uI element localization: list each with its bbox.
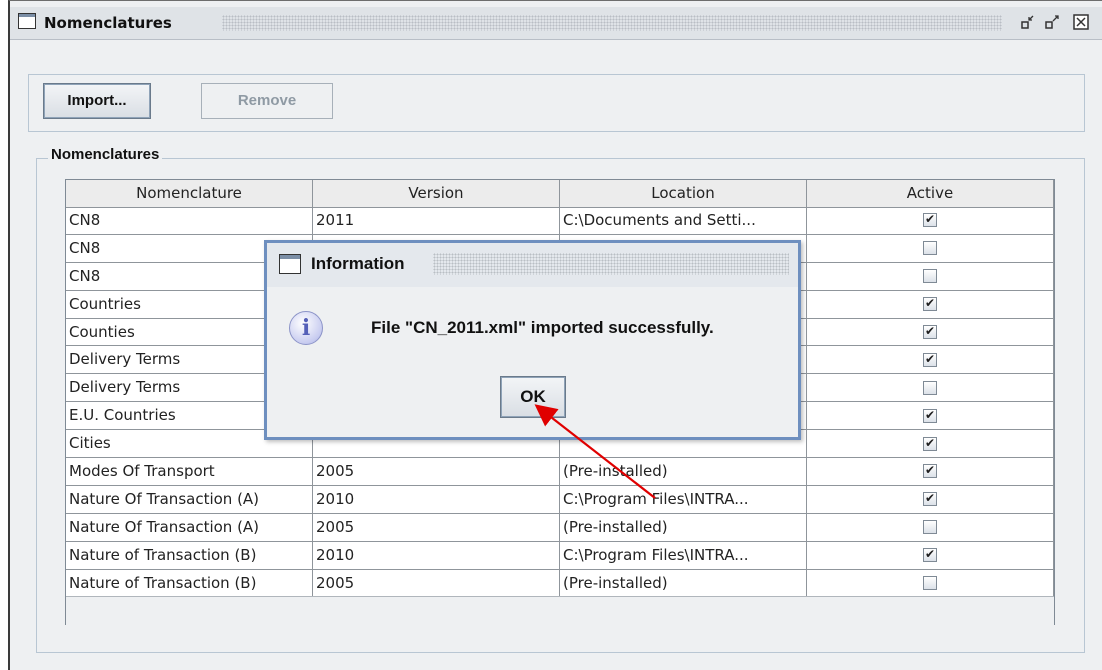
group-label: Nomenclatures bbox=[48, 146, 163, 163]
table-empty-area bbox=[66, 596, 1054, 625]
titlebar-pattern bbox=[222, 15, 1002, 31]
table-row[interactable]: Nature of Transaction (B) 2010 C:\Program … bbox=[66, 541, 1054, 570]
table-row[interactable]: Modes Of Transport 2005 (Pre-installed) bbox=[66, 458, 1054, 486]
dialog-titlebar[interactable]: Information bbox=[267, 243, 798, 287]
table-row[interactable]: Nature Of Transaction (A) 2005 (Pre-instal… bbox=[66, 513, 1054, 542]
active-checkbox[interactable] bbox=[923, 241, 937, 256]
table-row[interactable]: Nature of Transaction (B) 2005 (Pre-instal… bbox=[66, 569, 1054, 598]
active-cell bbox=[807, 430, 1054, 458]
active-cell bbox=[807, 346, 1054, 374]
location-cell[interactable]: (Pre-installed) bbox=[560, 569, 807, 597]
column-header-nomenclature[interactable]: Nomenclature bbox=[66, 180, 313, 207]
location-cell[interactable]: C:\Program Files\INTRA... bbox=[560, 485, 807, 513]
location-cell[interactable]: C:\Documents and Setti... bbox=[560, 207, 807, 234]
minimize-icon[interactable] bbox=[1020, 13, 1038, 31]
version-cell[interactable]: 2005 bbox=[313, 569, 560, 597]
version-cell[interactable]: 2005 bbox=[313, 513, 560, 541]
active-checkbox[interactable] bbox=[923, 576, 937, 591]
dialog-message: File "CN_2011.xml" imported successfully… bbox=[371, 318, 714, 337]
info-icon: i bbox=[289, 311, 323, 345]
dialog-title: Information bbox=[311, 254, 405, 273]
active-cell bbox=[807, 234, 1054, 262]
active-checkbox[interactable] bbox=[923, 323, 937, 339]
active-checkbox[interactable] bbox=[923, 520, 937, 535]
location-cell[interactable]: C:\Program Files\INTRA... bbox=[560, 541, 807, 569]
active-checkbox[interactable] bbox=[923, 351, 937, 367]
table-row[interactable]: Nature Of Transaction (A) 2010 C:\Program … bbox=[66, 485, 1054, 514]
nomenclature-cell[interactable]: Nature of Transaction (B) bbox=[66, 569, 313, 597]
nomenclature-cell[interactable]: Nature of Transaction (B) bbox=[66, 541, 313, 569]
active-checkbox[interactable] bbox=[923, 295, 937, 312]
nomenclature-cell[interactable]: Nature Of Transaction (A) bbox=[66, 485, 313, 513]
active-cell bbox=[807, 458, 1054, 485]
version-cell[interactable]: 2010 bbox=[313, 541, 560, 569]
active-checkbox[interactable] bbox=[923, 211, 937, 228]
active-cell bbox=[807, 541, 1054, 569]
button-panel: Import... Remove bbox=[28, 74, 1085, 132]
table-row[interactable]: CN8 2011 C:\Documents and Setti... bbox=[66, 207, 1054, 235]
active-cell bbox=[807, 402, 1054, 430]
dialog-titlebar-pattern bbox=[433, 253, 789, 275]
active-cell bbox=[807, 290, 1054, 318]
nomenclature-cell[interactable]: Nature Of Transaction (A) bbox=[66, 513, 313, 541]
active-checkbox[interactable] bbox=[923, 462, 937, 479]
import-button[interactable]: Import... bbox=[43, 83, 151, 119]
ok-button[interactable]: OK bbox=[500, 376, 566, 418]
nomenclature-cell[interactable]: Modes Of Transport bbox=[66, 458, 313, 485]
column-header-active[interactable]: Active bbox=[807, 180, 1054, 207]
table-header: Nomenclature Version Location Active bbox=[66, 180, 1054, 208]
column-header-version[interactable]: Version bbox=[313, 180, 560, 207]
location-cell[interactable]: (Pre-installed) bbox=[560, 513, 807, 541]
location-cell[interactable]: (Pre-installed) bbox=[560, 458, 807, 485]
active-cell bbox=[807, 318, 1054, 346]
version-cell[interactable]: 2005 bbox=[313, 458, 560, 485]
close-icon[interactable] bbox=[1072, 13, 1090, 31]
active-cell bbox=[807, 374, 1054, 402]
active-cell bbox=[807, 262, 1054, 290]
window-icon bbox=[18, 13, 36, 29]
active-checkbox[interactable] bbox=[923, 546, 937, 563]
dialog-window-icon bbox=[279, 254, 301, 274]
active-checkbox[interactable] bbox=[923, 380, 937, 395]
version-cell[interactable]: 2010 bbox=[313, 485, 560, 513]
active-cell bbox=[807, 513, 1054, 541]
frame-titlebar[interactable]: Nomenclatures bbox=[10, 7, 1102, 40]
column-header-location[interactable]: Location bbox=[560, 180, 807, 207]
maximize-icon[interactable] bbox=[1044, 13, 1062, 31]
active-checkbox[interactable] bbox=[923, 435, 937, 451]
nomenclature-cell[interactable]: CN8 bbox=[66, 207, 313, 234]
active-checkbox[interactable] bbox=[923, 269, 937, 284]
active-cell bbox=[807, 207, 1054, 234]
active-cell bbox=[807, 485, 1054, 513]
active-checkbox[interactable] bbox=[923, 407, 937, 423]
information-dialog: Information i File "CN_2011.xml" importe… bbox=[264, 240, 801, 440]
active-cell bbox=[807, 569, 1054, 597]
frame-title: Nomenclatures bbox=[44, 14, 172, 32]
version-cell[interactable]: 2011 bbox=[313, 207, 560, 234]
remove-button[interactable]: Remove bbox=[201, 83, 333, 119]
active-checkbox[interactable] bbox=[923, 490, 937, 507]
